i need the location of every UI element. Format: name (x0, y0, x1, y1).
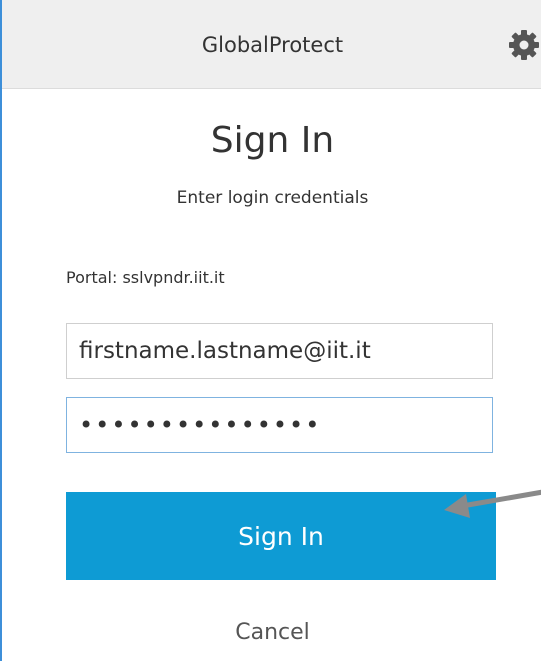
password-input[interactable] (66, 397, 493, 453)
gear-icon[interactable] (507, 28, 541, 62)
cancel-link[interactable]: Cancel (2, 620, 541, 645)
page-title: Sign In (210, 120, 335, 161)
globalprotect-window: GlobalProtect Sign In Enter login creden… (0, 0, 541, 661)
username-input[interactable] (66, 323, 493, 379)
app-title: GlobalProtect (201, 33, 344, 57)
title-bar: GlobalProtect (2, 0, 541, 89)
page-subtitle: Enter login credentials (176, 188, 369, 208)
arrow-icon (444, 489, 541, 518)
portal-label: Portal: sslvpndr.iit.it (66, 268, 225, 287)
sign-in-button[interactable]: Sign In (66, 492, 496, 580)
